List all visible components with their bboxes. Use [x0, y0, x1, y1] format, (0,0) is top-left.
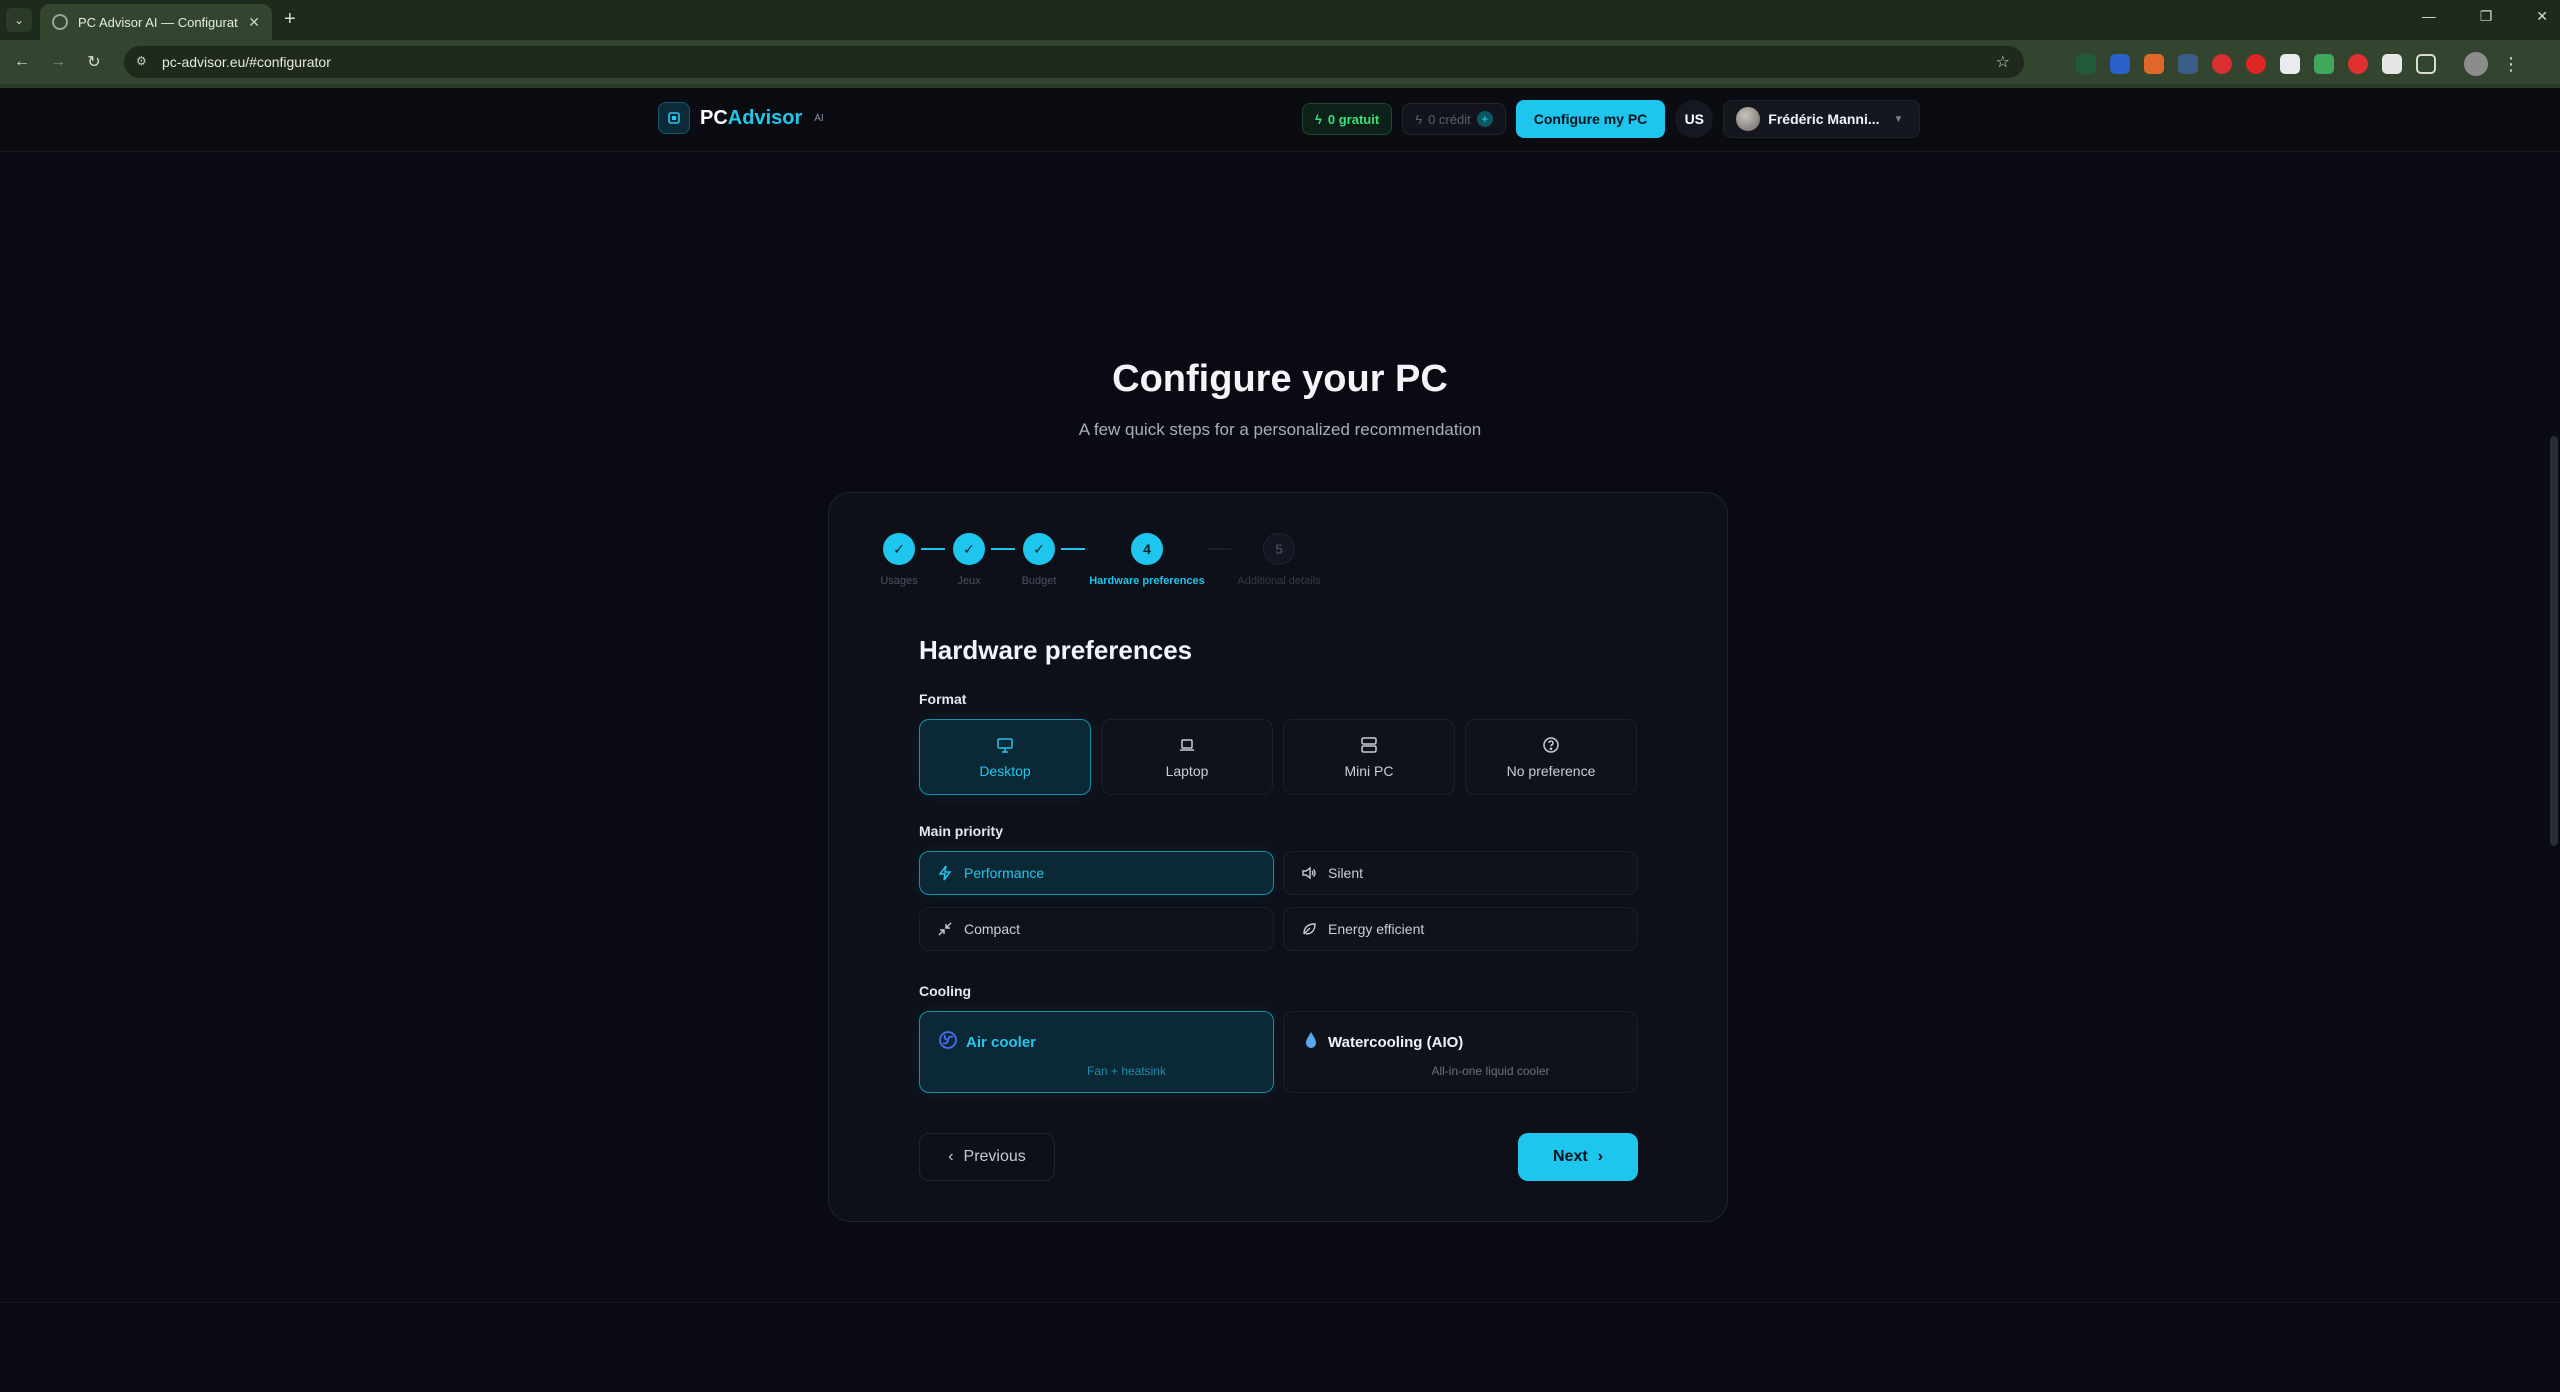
address-bar[interactable]: ⚙ pc-advisor.eu/#configurator ☆ [124, 46, 2024, 78]
minimize-window-icon[interactable]: — [2422, 8, 2436, 25]
add-credit-icon[interactable]: + [1476, 111, 1493, 127]
browser-tab[interactable]: PC Advisor AI — Configurateur ✕ [40, 4, 272, 40]
back-icon[interactable]: ← [8, 48, 36, 76]
step-connector [921, 548, 945, 550]
configurator-card: ✓ Usages ✓ Jeux ✓ Budget 4 Hardware pref… [828, 492, 1728, 1222]
paid-credits-badge[interactable]: ϟ 0 crédit + [1402, 103, 1506, 135]
browser-profile-icon[interactable] [2464, 52, 2488, 76]
cooling-label: Cooling [919, 983, 972, 999]
browser-toolbar: ← → ↻ ⚙ pc-advisor.eu/#configurator ☆ ⋮ [0, 40, 2560, 84]
configure-my-pc-button[interactable]: Configure my PC [1515, 100, 1666, 138]
step-hardware-preferences: 4 Hardware preferences [1089, 533, 1205, 587]
leaf-icon [1300, 920, 1318, 938]
stepper: ✓ Usages ✓ Jeux ✓ Budget 4 Hardware pref… [880, 533, 1321, 603]
brand-ai-badge: AI [814, 112, 824, 124]
free-credits-badge: ϟ 0 gratuit [1302, 103, 1393, 135]
step-connector [1061, 548, 1085, 550]
restore-window-icon[interactable]: ❐ [2480, 8, 2493, 25]
laptop-icon [1177, 735, 1197, 755]
step-connector [991, 548, 1015, 550]
cooling-watercooling-option[interactable]: Watercooling (AIO) All-in-one liquid coo… [1283, 1011, 1638, 1093]
step-check-icon: ✓ [883, 533, 915, 565]
user-name: Frédéric Manni... [1768, 111, 1880, 127]
header-actions: ϟ 0 gratuit ϟ 0 crédit + Configure my PC… [1302, 100, 1921, 138]
chevron-down-icon: ▼ [1893, 113, 1904, 125]
format-no-preference-option[interactable]: No preference [1465, 719, 1637, 795]
format-mini-pc-option[interactable]: Mini PC [1283, 719, 1455, 795]
extension-icon[interactable] [2110, 54, 2130, 74]
chevron-right-icon: › [1597, 1148, 1603, 1165]
user-menu[interactable]: Frédéric Manni... ▼ [1723, 100, 1921, 138]
cooling-air-cooler-option[interactable]: Air cooler Fan + heatsink [919, 1011, 1274, 1093]
page-subtitle: A few quick steps for a personalized rec… [1078, 420, 1482, 439]
page-title: Configure your PC [1112, 358, 1448, 400]
zap-icon: ϟ [1315, 111, 1322, 127]
tab-favicon-icon [52, 14, 68, 30]
tab-title: PC Advisor AI — Configurateur [78, 14, 238, 30]
reload-icon[interactable]: ↻ [80, 48, 108, 76]
extensions-bar: ⋮ [2076, 52, 2520, 76]
brand-logo-link[interactable]: PCAdvisor AI [658, 102, 824, 134]
extension-icon[interactable] [2212, 54, 2232, 74]
new-tab-button[interactable]: + [284, 8, 296, 31]
step-budget: ✓ Budget [1022, 533, 1056, 587]
extension-icon[interactable] [2314, 54, 2334, 74]
zap-icon [936, 864, 954, 882]
extension-icon[interactable] [2382, 54, 2402, 74]
zap-icon: ϟ [1415, 111, 1423, 127]
format-label: Format [919, 691, 967, 707]
previous-button[interactable]: ‹ Previous [919, 1133, 1055, 1181]
page-scrollbar[interactable] [2550, 436, 2558, 846]
extension-icon[interactable] [2246, 54, 2266, 74]
next-button[interactable]: Next › [1518, 1133, 1638, 1181]
format-laptop-option[interactable]: Laptop [1101, 719, 1273, 795]
language-switcher[interactable]: US [1675, 100, 1714, 138]
extension-icon[interactable] [2076, 54, 2096, 74]
step-check-icon: ✓ [953, 533, 985, 565]
window-controls: — ❐ ✕ [2422, 8, 2548, 25]
step-usages: ✓ Usages [880, 533, 918, 587]
priority-energy-efficient-option[interactable]: Energy efficient [1283, 907, 1638, 951]
droplet-icon [1302, 1030, 1320, 1054]
step-check-icon: ✓ [1023, 533, 1055, 565]
browser-tabstrip: ⌄ PC Advisor AI — Configurateur ✕ + — ❐ … [0, 0, 2560, 40]
priority-performance-option[interactable]: Performance [919, 851, 1274, 895]
bookmark-star-icon[interactable]: ☆ [1996, 52, 2010, 72]
monitor-icon [995, 735, 1015, 755]
footer-divider [0, 1302, 2560, 1303]
fan-icon [938, 1030, 958, 1054]
step-jeux: ✓ Jeux [953, 533, 985, 587]
priority-compact-option[interactable]: Compact [919, 907, 1274, 951]
site-info-icon[interactable]: ⚙ [136, 54, 152, 70]
forward-icon[interactable]: → [44, 48, 72, 76]
avatar [1736, 107, 1761, 131]
help-circle-icon [1541, 735, 1561, 755]
section-title: Hardware preferences [919, 635, 1193, 665]
brand-name: PCAdvisor [700, 106, 803, 129]
volume-icon [1300, 864, 1318, 882]
extension-icon[interactable] [2144, 54, 2164, 74]
tab-close-icon[interactable]: ✕ [248, 14, 260, 31]
minimize-icon [936, 920, 954, 938]
format-desktop-option[interactable]: Desktop [919, 719, 1091, 795]
server-icon [1359, 735, 1379, 755]
step-additional-details: 5 Additional details [1237, 533, 1321, 587]
cpu-icon [658, 102, 690, 134]
extension-icon[interactable] [2178, 54, 2198, 74]
extension-icon[interactable] [2280, 54, 2300, 74]
browser-menu-icon[interactable]: ⋮ [2502, 54, 2520, 75]
tab-search-button[interactable]: ⌄ [6, 8, 32, 32]
close-window-icon[interactable]: ✕ [2536, 8, 2548, 25]
extensions-puzzle-icon[interactable] [2416, 54, 2436, 74]
priority-label: Main priority [919, 823, 1004, 839]
url-text: pc-advisor.eu/#configurator [162, 54, 331, 70]
priority-silent-option[interactable]: Silent [1283, 851, 1638, 895]
chevron-left-icon: ‹ [948, 1148, 954, 1165]
extension-icon[interactable] [2348, 54, 2368, 74]
step-connector [1207, 548, 1231, 550]
site-header: PCAdvisor AI ϟ 0 gratuit ϟ 0 crédit + Co… [0, 88, 2560, 152]
